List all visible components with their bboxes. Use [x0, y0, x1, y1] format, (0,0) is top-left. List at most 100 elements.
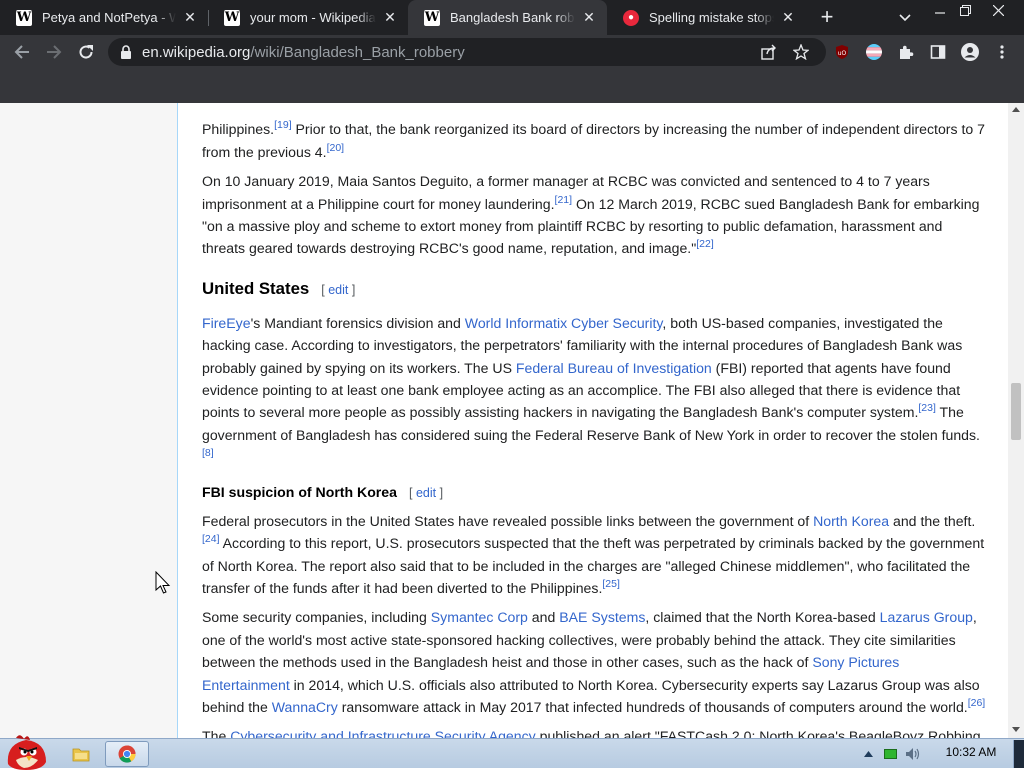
citation-link[interactable]: [26]	[968, 697, 986, 709]
wikipedia-icon: W	[224, 9, 240, 26]
paragraph-cisa: The Cybersecurity and Infrastructure Sec…	[202, 725, 987, 738]
flag-extension-button[interactable]	[865, 43, 883, 61]
tab-spelling-mistake[interactable]: ● Spelling mistake stops hackers ✕	[607, 0, 806, 35]
news-icon: ●	[623, 9, 639, 26]
scrollbar-thumb[interactable]	[1011, 383, 1021, 440]
tab-bangladesh-bank[interactable]: W Bangladesh Bank robbery - Wikipedia ✕	[408, 0, 607, 35]
link-bae-systems[interactable]: BAE Systems	[559, 609, 645, 625]
taskbar-app-chrome[interactable]	[105, 741, 149, 767]
url-text[interactable]: en.wikipedia.org/wiki/Bangladesh_Bank_ro…	[142, 44, 465, 61]
scroll-down-arrow-icon[interactable]	[1012, 727, 1020, 732]
citation-link[interactable]: [24]	[202, 533, 220, 545]
close-icon[interactable]: ✕	[780, 9, 796, 26]
link-north-korea[interactable]: North Korea	[813, 513, 889, 529]
folder-icon	[72, 748, 90, 762]
address-bar[interactable]: en.wikipedia.org/wiki/Bangladesh_Bank_ro…	[108, 38, 826, 66]
page-viewport: Philippines.[19] Prior to that, the bank…	[0, 103, 1008, 738]
page-header-band	[0, 69, 1024, 103]
paragraph-us: FireEye's Mandiant forensics division an…	[202, 314, 980, 460]
profile-button[interactable]	[961, 43, 979, 61]
taskbar-app-explorer[interactable]	[59, 741, 103, 767]
star-icon	[793, 44, 809, 60]
restore-button[interactable]	[950, 0, 980, 20]
close-icon[interactable]: ✕	[382, 9, 398, 26]
link-symantec[interactable]: Symantec Corp	[431, 609, 528, 625]
share-button[interactable]	[760, 43, 778, 61]
citation-link[interactable]: [23]	[918, 402, 936, 414]
close-window-button[interactable]	[983, 0, 1013, 20]
paragraph-deguito: On 10 January 2019, Maia Santos Deguito,…	[202, 173, 980, 257]
tab-your-mom[interactable]: W your mom - Wikipedia ✕	[208, 0, 408, 35]
side-panel-button[interactable]	[929, 43, 947, 61]
chevron-down-icon	[899, 14, 911, 22]
tab-title: Spelling mistake stops hackers	[649, 10, 774, 25]
start-button-angry-bird-icon[interactable]	[2, 730, 52, 770]
link-lazarus-group[interactable]: Lazarus Group	[880, 609, 973, 625]
reload-button[interactable]	[73, 39, 99, 65]
wikipedia-icon: W	[424, 9, 440, 26]
bookmark-button[interactable]	[792, 43, 810, 61]
tray-volume-button[interactable]	[905, 746, 921, 762]
edit-section-link[interactable]: edit	[416, 486, 436, 500]
close-icon[interactable]: ✕	[182, 9, 198, 26]
section-heading-fbi-suspicion: FBI suspicion of North Korea[ edit ]	[202, 483, 444, 500]
citation-link[interactable]: [22]	[696, 238, 714, 250]
lock-icon[interactable]	[120, 45, 132, 59]
puzzle-icon	[900, 45, 914, 59]
restore-icon	[959, 4, 971, 16]
tab-search-button[interactable]	[893, 8, 917, 28]
chrome-icon	[118, 745, 136, 763]
link-wannacry[interactable]: WannaCry	[272, 699, 338, 715]
paragraph-security-companies: Some security companies, including Syman…	[202, 609, 986, 715]
article-content: Philippines.[19] Prior to that, the bank…	[177, 103, 1008, 738]
citation-link[interactable]: [21]	[555, 194, 573, 206]
battery-icon	[884, 749, 897, 759]
back-button[interactable]	[9, 39, 35, 65]
tray-expand-button[interactable]	[860, 746, 876, 762]
paragraph	[202, 103, 987, 111]
scroll-up-arrow-icon[interactable]	[1012, 107, 1020, 112]
arrow-left-icon	[14, 45, 29, 59]
wikipedia-icon: W	[16, 9, 32, 26]
avatar-icon	[961, 43, 979, 61]
paragraph-board: Philippines.[19] Prior to that, the bank…	[202, 119, 985, 160]
close-icon	[992, 4, 1004, 16]
citation-link[interactable]: [19]	[274, 119, 292, 131]
close-icon[interactable]: ✕	[581, 9, 597, 26]
tab-strip: W Petya and NotPetya - Wikipedia ✕ W you…	[0, 0, 1024, 35]
citation-link[interactable]: [25]	[602, 578, 620, 590]
forward-button[interactable]	[41, 39, 67, 65]
ublock-icon: uO	[836, 45, 848, 59]
speaker-icon	[906, 748, 920, 760]
tab-petya[interactable]: W Petya and NotPetya - Wikipedia ✕	[0, 0, 208, 35]
mouse-pointer-icon	[155, 571, 171, 594]
menu-button[interactable]	[993, 43, 1011, 61]
link-cisa[interactable]: Cybersecurity and Infrastructure Securit…	[230, 728, 536, 738]
link-world-informatix[interactable]: World Informatix Cyber Security	[465, 315, 663, 331]
tray-power-button[interactable]	[883, 746, 899, 762]
share-icon	[761, 44, 776, 60]
reload-icon	[79, 45, 93, 59]
paragraph-fbi: Federal prosecutors in the United States…	[202, 512, 985, 596]
taskbar: 10:32 AM	[0, 735, 1024, 770]
citation-link[interactable]: [20]	[327, 142, 345, 154]
taskbar-clock[interactable]: 10:32 AM	[933, 745, 1009, 759]
link-fireeye[interactable]: FireEye	[202, 315, 251, 331]
chevron-up-icon	[863, 751, 873, 757]
svg-text:uO: uO	[838, 50, 847, 57]
tab-title: Bangladesh Bank robbery - Wikipedia	[450, 10, 575, 25]
side-panel-icon	[930, 45, 946, 59]
citation-link[interactable]: [8]	[202, 447, 214, 459]
trans-flag-icon	[866, 44, 882, 60]
edit-section-link[interactable]: edit	[328, 283, 348, 297]
new-tab-button[interactable]: +	[815, 4, 839, 29]
tab-title: your mom - Wikipedia	[250, 10, 376, 25]
ublock-extension-button[interactable]: uO	[833, 43, 851, 61]
minimize-icon	[935, 12, 945, 14]
show-desktop-button[interactable]	[1013, 740, 1024, 768]
link-fbi[interactable]: Federal Bureau of Investigation	[516, 360, 712, 376]
arrow-right-icon	[47, 45, 62, 59]
extensions-button[interactable]	[897, 43, 915, 61]
more-vert-icon	[1000, 45, 1004, 59]
vertical-scrollbar[interactable]	[1008, 103, 1024, 738]
